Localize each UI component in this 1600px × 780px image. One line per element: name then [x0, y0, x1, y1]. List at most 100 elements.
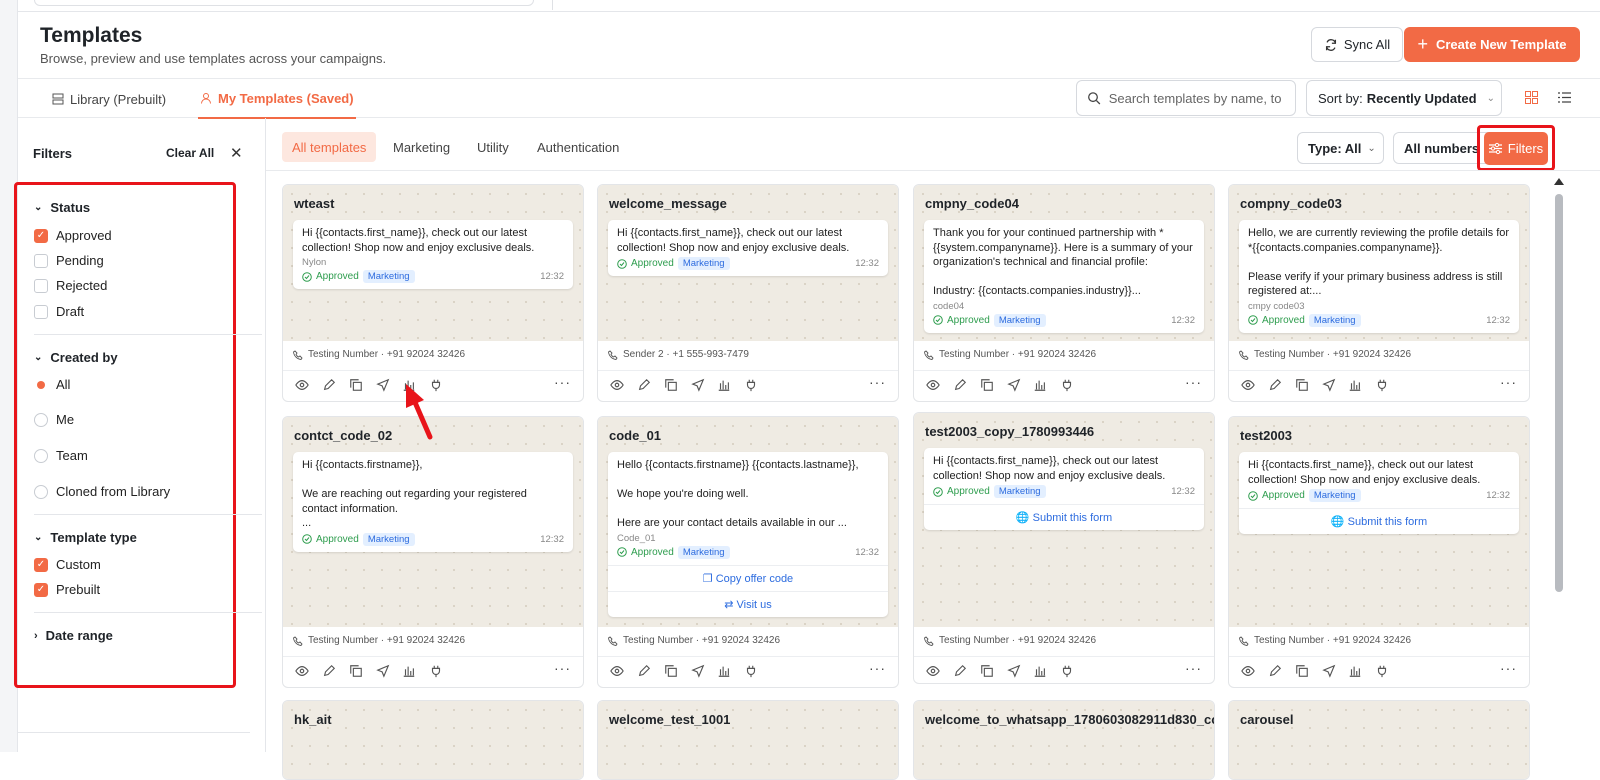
pencil-icon[interactable] — [1266, 662, 1284, 680]
template-card[interactable]: cmpny_code04 Thank you for your continued… — [913, 184, 1215, 402]
template-card[interactable]: wteast Hi {{contacts.first_name}}, check … — [282, 184, 584, 402]
message-cta-button[interactable]: ❐ Copy offer code — [608, 564, 888, 591]
create-template-button[interactable]: + Create New Template — [1404, 27, 1580, 62]
pencil-icon[interactable] — [320, 662, 338, 680]
top-search-box[interactable] — [34, 0, 534, 6]
status-approved-checkbox[interactable]: ✓ Approved — [34, 228, 112, 243]
bar-chart-icon[interactable] — [715, 662, 733, 680]
bar-chart-icon[interactable] — [400, 662, 418, 680]
status-rejected-checkbox[interactable]: Rejected — [34, 278, 107, 293]
tab-authentication[interactable]: Authentication — [527, 132, 629, 162]
send-icon[interactable] — [374, 662, 392, 680]
created-by-all-radio[interactable]: All — [34, 377, 70, 392]
tab-library[interactable]: Library (Prebuilt) — [52, 79, 166, 119]
sync-all-button[interactable]: Sync All — [1311, 27, 1403, 62]
copy-icon[interactable] — [978, 376, 996, 394]
template-card[interactable]: test2003 Hi {{contacts.first_name}}, chec… — [1228, 416, 1530, 688]
template-card[interactable]: welcome_test_1001 — [597, 700, 899, 780]
tab-marketing[interactable]: Marketing — [383, 132, 460, 162]
pencil-icon[interactable] — [635, 662, 653, 680]
search-box[interactable] — [1076, 80, 1296, 116]
pencil-icon[interactable] — [320, 376, 338, 394]
filters-button[interactable]: Filters — [1484, 131, 1548, 165]
plug-icon[interactable] — [1058, 662, 1076, 680]
status-pending-checkbox[interactable]: Pending — [34, 253, 104, 268]
copy-icon[interactable] — [347, 662, 365, 680]
template-card[interactable]: hk_ait — [282, 700, 584, 780]
message-cta-button[interactable]: 🌐 Submit this form — [924, 504, 1204, 530]
copy-icon[interactable] — [978, 662, 996, 680]
date-range-section-toggle[interactable]: › Date range — [34, 628, 113, 643]
copy-icon[interactable] — [1293, 376, 1311, 394]
created-by-cloned-radio[interactable]: Cloned from Library — [34, 484, 170, 499]
copy-icon[interactable] — [662, 376, 680, 394]
more-options-icon[interactable]: ··· — [1185, 374, 1202, 390]
bar-chart-icon[interactable] — [1346, 662, 1364, 680]
scrollbar[interactable] — [1552, 176, 1566, 752]
template-card[interactable]: carousel — [1228, 700, 1530, 780]
plug-icon[interactable] — [742, 662, 760, 680]
type-custom-checkbox[interactable]: ✓ Custom — [34, 557, 101, 572]
bar-chart-icon[interactable] — [1031, 376, 1049, 394]
send-icon[interactable] — [374, 376, 392, 394]
close-icon[interactable]: ✕ — [230, 144, 243, 162]
pencil-icon[interactable] — [951, 662, 969, 680]
created-by-section-toggle[interactable]: ⌄ Created by — [34, 350, 118, 365]
copy-icon[interactable] — [662, 662, 680, 680]
bar-chart-icon[interactable] — [1031, 662, 1049, 680]
plug-icon[interactable] — [1058, 376, 1076, 394]
message-cta-button[interactable]: ⇄ Visit us — [608, 590, 888, 617]
tab-all-templates[interactable]: All templates — [282, 132, 377, 162]
scrollbar-thumb[interactable] — [1555, 194, 1563, 592]
template-type-section-toggle[interactable]: ⌄ Template type — [34, 530, 137, 545]
created-by-me-radio[interactable]: Me — [34, 412, 74, 427]
message-cta-button[interactable]: 🌐 Submit this form — [1239, 508, 1519, 534]
more-options-icon[interactable]: ··· — [1185, 660, 1202, 676]
send-icon[interactable] — [689, 662, 707, 680]
grid-view-button[interactable] — [1520, 86, 1542, 108]
bar-chart-icon[interactable] — [1346, 376, 1364, 394]
send-icon[interactable] — [1005, 376, 1023, 394]
more-options-icon[interactable]: ··· — [869, 374, 886, 390]
more-options-icon[interactable]: ··· — [554, 660, 571, 676]
eye-icon[interactable] — [924, 662, 942, 680]
status-draft-checkbox[interactable]: Draft — [34, 304, 84, 319]
template-card[interactable]: contct_code_02 Hi {{contacts.firstname}},… — [282, 416, 584, 688]
eye-icon[interactable] — [924, 376, 942, 394]
eye-icon[interactable] — [293, 662, 311, 680]
sort-dropdown[interactable]: Sort by: Recently Updated ⌄ — [1306, 80, 1502, 116]
eye-icon[interactable] — [608, 376, 626, 394]
send-icon[interactable] — [1005, 662, 1023, 680]
send-icon[interactable] — [689, 376, 707, 394]
scroll-up-arrow[interactable] — [1554, 178, 1564, 185]
tab-utility[interactable]: Utility — [467, 132, 519, 162]
eye-icon[interactable] — [293, 376, 311, 394]
template-card[interactable]: welcome_to_whatsapp_1780603082911d830_co… — [913, 700, 1215, 780]
more-options-icon[interactable]: ··· — [1500, 374, 1517, 390]
more-options-icon[interactable]: ··· — [869, 660, 886, 676]
plug-icon[interactable] — [1373, 662, 1391, 680]
plug-icon[interactable] — [1373, 376, 1391, 394]
eye-icon[interactable] — [608, 662, 626, 680]
tab-my-templates[interactable]: My Templates (Saved) — [198, 79, 356, 119]
created-by-team-radio[interactable]: Team — [34, 448, 88, 463]
search-input[interactable] — [1108, 90, 1295, 106]
list-view-button[interactable] — [1553, 86, 1575, 108]
bar-chart-icon[interactable] — [715, 376, 733, 394]
eye-icon[interactable] — [1239, 662, 1257, 680]
send-icon[interactable] — [1320, 662, 1338, 680]
type-select[interactable]: Type: All ⌄ — [1297, 132, 1384, 164]
status-section-toggle[interactable]: ⌄ Status — [34, 200, 90, 215]
template-card[interactable]: test2003_copy_1780993446 Hi {{contacts.fi… — [913, 412, 1215, 684]
copy-icon[interactable] — [1293, 662, 1311, 680]
template-card[interactable]: welcome_message Hi {{contacts.first_name}… — [597, 184, 899, 402]
pencil-icon[interactable] — [951, 376, 969, 394]
clear-all-button[interactable]: Clear All — [166, 146, 214, 160]
eye-icon[interactable] — [1239, 376, 1257, 394]
plug-icon[interactable] — [427, 662, 445, 680]
template-card[interactable]: code_01 Hello {{contacts.firstname}} {{co… — [597, 416, 899, 688]
type-prebuilt-checkbox[interactable]: ✓ Prebuilt — [34, 582, 100, 597]
plug-icon[interactable] — [742, 376, 760, 394]
pencil-icon[interactable] — [1266, 376, 1284, 394]
more-options-icon[interactable]: ··· — [1500, 660, 1517, 676]
